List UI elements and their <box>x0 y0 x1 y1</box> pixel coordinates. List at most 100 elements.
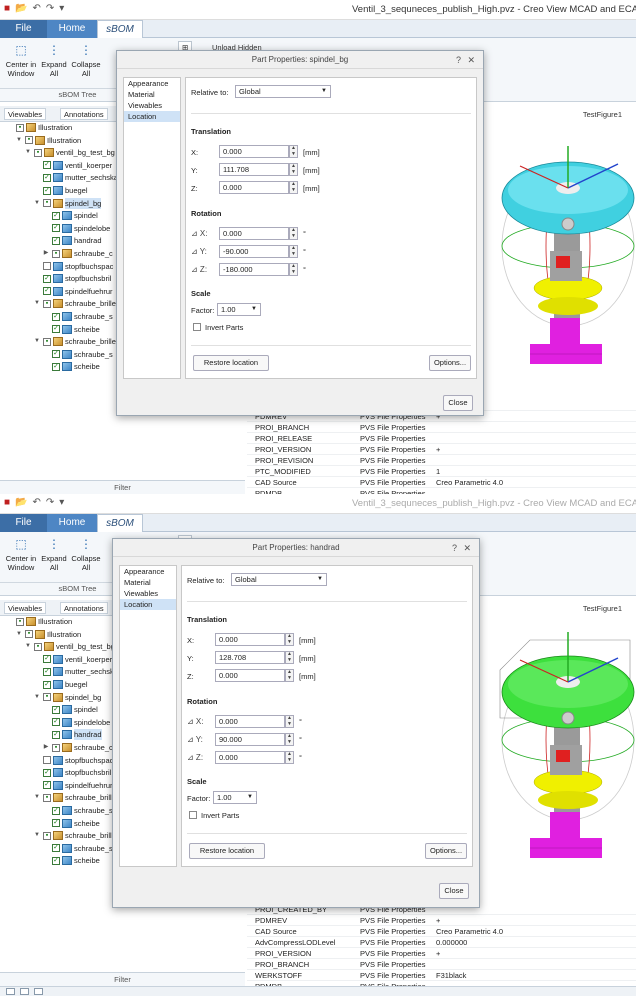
tree-item[interactable]: ▼ ▪ schraube_brille <box>33 830 116 841</box>
tree-item[interactable]: ▼ ▪ ventil_bg_test_bg <box>24 641 115 652</box>
table-row[interactable]: PROI_REVISION PVS File Properties <box>247 455 636 466</box>
tree-item[interactable]: ✓ spindelfuehrur <box>33 286 113 297</box>
rotation-rz-field[interactable]: 0.000 <box>215 751 285 764</box>
expand-toggle-icon[interactable]: ▶ <box>42 742 50 753</box>
tree-item[interactable]: ✓ ventil_koerper <box>33 654 112 665</box>
spinner[interactable]: ▲ ▼ <box>289 263 298 276</box>
visibility-checkbox[interactable]: ✓ <box>52 705 60 714</box>
tab-sbom[interactable]: sBOM <box>97 20 143 38</box>
visibility-checkbox[interactable]: ▪ <box>52 743 60 752</box>
tree-item[interactable]: ▼ ▪ schraube_brille <box>33 792 116 803</box>
translation-z-field[interactable]: 0.000 <box>219 181 289 194</box>
tree-item[interactable]: ▼ ▪ spindel_bg <box>33 692 101 703</box>
visibility-checkbox[interactable]: ▪ <box>25 136 33 145</box>
visibility-checkbox[interactable]: ✓ <box>52 844 60 853</box>
tree-item[interactable]: ▼ ▪ Illustration <box>15 135 81 146</box>
restore-location-button[interactable]: Restore location <box>193 355 269 371</box>
tree-item[interactable]: ✓ spindel <box>42 704 98 715</box>
tree-item[interactable]: ▶ ▪ schraube_c <box>42 742 113 753</box>
factor-select[interactable]: 1.00 ▼ <box>217 303 261 316</box>
tree-item[interactable]: ✓ ventil_koerper <box>33 160 112 171</box>
visibility-checkbox[interactable]: ▪ <box>43 337 51 346</box>
expand-toggle-icon[interactable]: ▼ <box>24 147 32 158</box>
rotation-ry-field[interactable]: 90.000 <box>215 733 285 746</box>
visibility-checkbox[interactable] <box>43 262 51 271</box>
visibility-checkbox[interactable]: ✓ <box>43 186 51 195</box>
undo-icon[interactable]: ↶ <box>33 3 41 14</box>
nav-item-appearance[interactable]: Appearance <box>120 566 176 577</box>
tree-item[interactable]: ▶ ▪ schraube_c <box>42 248 113 259</box>
spinner[interactable]: ▲ ▼ <box>289 245 298 258</box>
table-row[interactable]: PROI_VERSION PVS File Properties + <box>247 948 636 959</box>
visibility-checkbox[interactable]: ✓ <box>52 718 60 727</box>
tree-item[interactable]: ✓ spindelobe <box>42 223 110 234</box>
visibility-checkbox[interactable]: ✓ <box>52 806 60 815</box>
tree-item[interactable]: ✓ spindelfuehrur <box>33 780 113 791</box>
nav-item-location[interactable]: Location <box>124 111 180 122</box>
tab-home[interactable]: Home <box>47 20 97 38</box>
view-mode-icon[interactable] <box>20 988 29 995</box>
table-row[interactable]: CAD Source PVS File Properties Creo Parame… <box>247 926 636 937</box>
visibility-checkbox[interactable]: ✓ <box>43 667 51 676</box>
expand-toggle-icon[interactable]: ▼ <box>33 792 41 803</box>
tab-annotations[interactable]: Annotations <box>60 108 108 120</box>
expand-toggle-icon[interactable]: ▼ <box>24 641 32 652</box>
invert-parts-checkbox[interactable] <box>193 323 201 331</box>
collapse-all-button[interactable]: ⋮ Collapse All <box>70 42 102 78</box>
table-row[interactable]: PDMREV PVS File Properties + <box>247 915 636 926</box>
table-row[interactable]: AdvCompressLODLevel PVS File Properties 0.… <box>247 937 636 948</box>
spinner[interactable]: ▲ ▼ <box>289 227 298 240</box>
tree-item[interactable]: ▪ Illustration <box>6 122 72 133</box>
visibility-checkbox[interactable]: ▪ <box>43 693 51 702</box>
rotation-rz-field[interactable]: -180.000 <box>219 263 289 276</box>
close-icon[interactable]: ✕ <box>463 539 471 557</box>
expand-all-button[interactable]: ⋮ Expand All <box>40 536 68 572</box>
nav-item-viewables[interactable]: Viewables <box>120 588 176 599</box>
view-mode-icon[interactable] <box>34 988 43 995</box>
visibility-checkbox[interactable]: ▪ <box>34 148 42 157</box>
visibility-checkbox[interactable]: ✓ <box>52 211 60 220</box>
tree-item[interactable]: ✓ spindel <box>42 210 98 221</box>
tab-annotations[interactable]: Annotations <box>60 602 108 614</box>
help-icon[interactable]: ? <box>452 539 457 557</box>
expand-toggle-icon[interactable]: ▼ <box>15 629 23 640</box>
open-icon[interactable]: 📂 <box>15 3 27 14</box>
tree-item[interactable]: ✓ spindelobe <box>42 717 110 728</box>
visibility-checkbox[interactable]: ✓ <box>52 730 60 739</box>
tree-item[interactable]: ▼ ▪ Illustration <box>15 629 81 640</box>
visibility-checkbox[interactable]: ✓ <box>52 819 60 828</box>
tree-item[interactable]: stopfbuchspac <box>33 755 113 766</box>
nav-item-material[interactable]: Material <box>124 89 180 100</box>
view-mode-icon[interactable] <box>6 988 15 995</box>
tree-item[interactable]: ✓ schraube_s <box>42 349 113 360</box>
spinner[interactable]: ▲ ▼ <box>285 669 294 682</box>
tree-item[interactable]: stopfbuchspac <box>33 261 113 272</box>
translation-x-field[interactable]: 0.000 <box>219 145 289 158</box>
spinner[interactable]: ▲ ▼ <box>285 751 294 764</box>
translation-y-field[interactable]: 128.708 <box>215 651 285 664</box>
visibility-checkbox[interactable]: ✓ <box>43 161 51 170</box>
tree-item[interactable]: ✓ schraube_s <box>42 805 113 816</box>
tab-sbom[interactable]: sBOM <box>97 514 143 532</box>
spinner[interactable]: ▲ ▼ <box>285 633 294 646</box>
table-row[interactable]: PROI_BRANCH PVS File Properties <box>247 959 636 970</box>
tree-item[interactable]: ▪ Illustration <box>6 616 72 627</box>
visibility-checkbox[interactable]: ✓ <box>52 312 60 321</box>
visibility-checkbox[interactable]: ✓ <box>43 781 51 790</box>
translation-x-field[interactable]: 0.000 <box>215 633 285 646</box>
visibility-checkbox[interactable]: ▪ <box>16 123 24 132</box>
translation-y-field[interactable]: 111.708 <box>219 163 289 176</box>
close-icon[interactable]: ✕ <box>467 51 475 69</box>
restore-location-button[interactable]: Restore location <box>189 843 265 859</box>
rotation-ry-field[interactable]: -90.000 <box>219 245 289 258</box>
customize-icon[interactable]: ▾ <box>59 3 64 14</box>
tree-item[interactable]: ✓ buegel <box>33 679 88 690</box>
tree-item[interactable]: ✓ scheibe <box>42 361 100 372</box>
nav-item-viewables[interactable]: Viewables <box>124 100 180 111</box>
table-row[interactable]: WERKSTOFF PVS File Properties F31black <box>247 970 636 981</box>
tree-item[interactable]: ✓ schraube_s <box>42 843 113 854</box>
redo-icon[interactable]: ↷ <box>46 497 54 508</box>
visibility-checkbox[interactable]: ✓ <box>43 655 51 664</box>
visibility-checkbox[interactable]: ▪ <box>43 299 51 308</box>
tree-item[interactable]: ✓ handrad <box>42 729 102 741</box>
